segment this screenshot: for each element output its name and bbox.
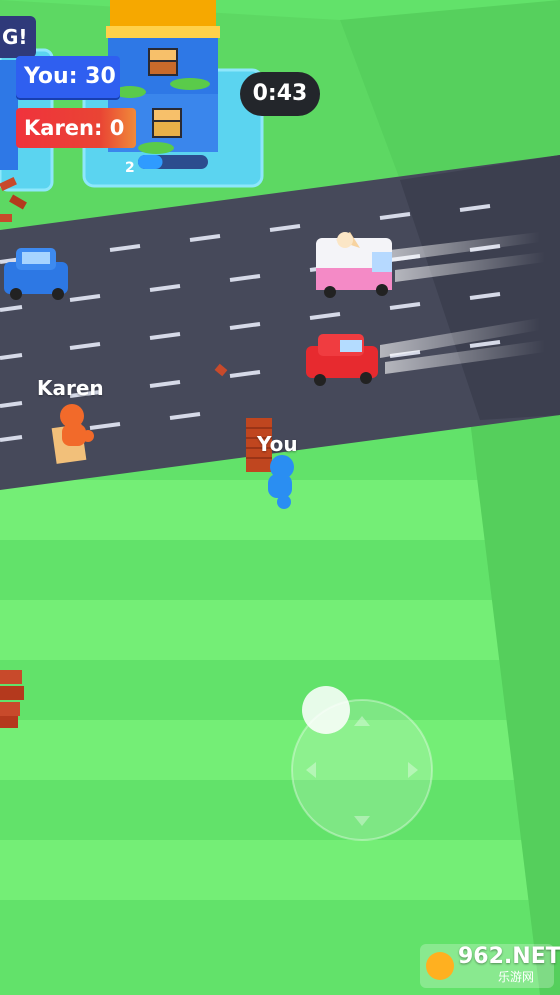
you-score: You: 30 xyxy=(16,56,120,98)
joystick-knob[interactable] xyxy=(302,686,350,734)
you-name-label: You xyxy=(257,432,298,456)
karen-score: Karen: 0 xyxy=(16,108,136,148)
game-scene xyxy=(0,0,560,995)
watermark-text: 962.NET 乐游网 xyxy=(430,944,560,984)
match-timer: 0:43 xyxy=(240,72,320,116)
build-progress-bar xyxy=(138,155,208,169)
building-level: 2 xyxy=(125,160,135,176)
watermark-main: 962.NET xyxy=(458,944,560,969)
watermark-sub: 乐游网 xyxy=(498,970,535,984)
banner-label: G! xyxy=(0,16,36,58)
karen-name-label: Karen xyxy=(37,376,104,400)
ice-cream-truck xyxy=(316,232,392,298)
